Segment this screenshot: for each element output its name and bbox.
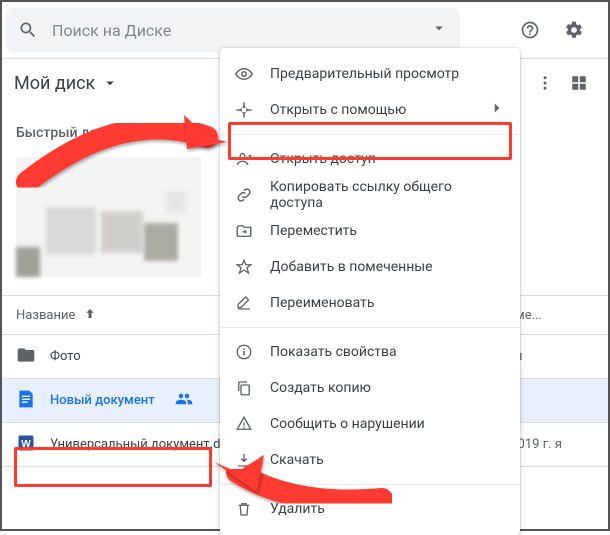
search-icon xyxy=(18,20,38,40)
eye-icon xyxy=(234,65,254,83)
info-icon xyxy=(234,343,254,361)
chevron-down-icon xyxy=(101,74,119,92)
download-icon xyxy=(234,451,254,469)
my-drive-label: Мой диск xyxy=(14,73,95,94)
menu-star[interactable]: Добавить в помеченные xyxy=(220,249,520,285)
star-icon xyxy=(234,258,254,276)
settings-button[interactable] xyxy=(554,10,594,50)
person-add-icon xyxy=(234,150,254,168)
menu-copy[interactable]: Создать копию xyxy=(220,370,520,406)
menu-preview[interactable]: Предварительный просмотр xyxy=(220,56,520,92)
folder-icon xyxy=(16,345,36,369)
open-with-icon xyxy=(234,101,254,119)
menu-move[interactable]: Переместить xyxy=(220,213,520,249)
my-drive-breadcrumb[interactable]: Мой диск xyxy=(14,73,119,94)
menu-download[interactable]: Скачать xyxy=(220,442,520,478)
link-icon xyxy=(234,186,254,204)
grid-view-button[interactable] xyxy=(562,63,596,103)
help-button[interactable] xyxy=(510,10,550,50)
context-menu: Предварительный просмотр Открыть с помощ… xyxy=(220,48,520,535)
menu-copy-link[interactable]: Копировать ссылку общего доступа xyxy=(220,177,520,213)
file-name: Новый документ xyxy=(50,393,155,408)
search-options-icon[interactable] xyxy=(430,19,448,41)
file-name: Фото xyxy=(50,349,81,364)
menu-share[interactable]: Открыть доступ xyxy=(220,141,520,177)
shared-icon xyxy=(175,390,193,412)
file-name: Универсальный документ.docx xyxy=(50,437,241,452)
report-icon xyxy=(234,415,254,433)
copy-icon xyxy=(234,379,254,397)
menu-open-with[interactable]: Открыть с помощью xyxy=(220,92,520,128)
more-actions-button[interactable] xyxy=(528,63,562,103)
menu-report[interactable]: Сообщить о нарушении xyxy=(220,406,520,442)
menu-delete[interactable]: Удалить xyxy=(220,491,520,527)
chevron-right-icon xyxy=(488,99,506,121)
quick-access-thumbnail[interactable] xyxy=(16,157,201,277)
search-placeholder: Поиск на Диске xyxy=(52,21,430,40)
trash-icon xyxy=(234,500,254,518)
menu-details[interactable]: Показать свойства xyxy=(220,334,520,370)
rename-icon xyxy=(234,294,254,312)
sort-asc-icon xyxy=(81,306,99,324)
word-icon: W xyxy=(16,433,36,457)
move-icon xyxy=(234,222,254,240)
docs-icon xyxy=(16,389,36,413)
menu-rename[interactable]: Переименовать xyxy=(220,285,520,321)
svg-text:W: W xyxy=(21,439,31,450)
search-box[interactable]: Поиск на Диске xyxy=(6,8,460,52)
